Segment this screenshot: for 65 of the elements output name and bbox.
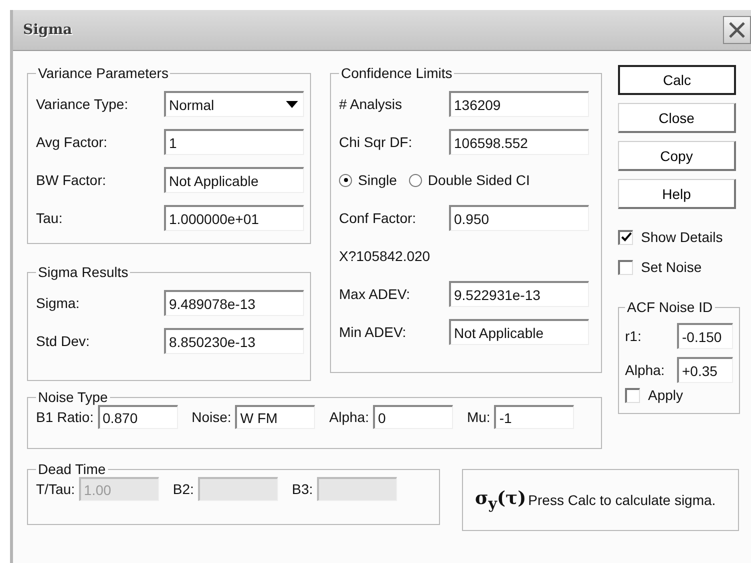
field-label: Sigma: [36, 295, 81, 311]
dropdown[interactable]: Normal [164, 91, 304, 117]
field-label: Chi Sqr DF: [339, 134, 414, 150]
dialog-button[interactable]: Copy [618, 141, 736, 171]
input-field[interactable]: -0.150 [677, 323, 733, 349]
dialog-button[interactable]: Close [618, 103, 736, 133]
input-field[interactable]: 9.522931e-13 [449, 281, 589, 307]
check-icon [620, 232, 632, 243]
field-label: Alpha: [625, 362, 665, 378]
formula-symbol: σ$_{y}$(τ) [475, 488, 526, 512]
checkbox-square[interactable] [625, 388, 640, 402]
group-title: Noise Type [37, 389, 109, 405]
input-field[interactable]: -1 [494, 405, 574, 429]
checkbox[interactable]: Set Noise [618, 259, 740, 275]
field-label: Avg Factor: [36, 134, 108, 150]
group-title: Variance Parameters [37, 65, 170, 81]
input-field[interactable]: 0.870 [98, 405, 178, 429]
input-field[interactable]: 9.489078e-13 [164, 290, 304, 316]
radio-circle[interactable] [339, 174, 352, 186]
caret-icon [286, 100, 298, 108]
field-label: B3: [292, 481, 313, 497]
close-icon [727, 20, 747, 40]
input-field[interactable]: 8.850230e-13 [164, 328, 304, 354]
field-label: B1 Ratio: [36, 409, 94, 425]
dialog-button[interactable]: Calc [618, 65, 736, 95]
group-title: Dead Time [37, 461, 107, 477]
status-message: Press Calc to calculate sigma. [528, 492, 716, 508]
checkbox[interactable]: Show Details [618, 229, 740, 245]
input-field[interactable]: Not Applicable [449, 319, 589, 345]
field-label: Max ADEV: [339, 286, 412, 302]
field-label: r1: [625, 328, 642, 344]
window-title: Sigma [23, 22, 72, 38]
field-label: Alpha: [329, 409, 369, 425]
field-label: # Analysis [339, 96, 404, 112]
input-field[interactable]: 0.950 [449, 205, 589, 231]
input-field[interactable]: Not Applicable [164, 167, 304, 193]
checkbox-square[interactable] [618, 260, 633, 274]
field-label: B2: [172, 481, 194, 497]
result-text: X?105842.020 [339, 248, 430, 264]
input-field[interactable]: 0 [372, 405, 453, 429]
field-label: Variance Type: [36, 96, 130, 112]
input-field[interactable]: 106598.552 [449, 129, 589, 155]
group-title: Confidence Limits [340, 65, 454, 81]
checkbox[interactable]: Apply [625, 387, 733, 403]
close-button[interactable] [723, 16, 751, 44]
input-field[interactable]: 136209 [449, 91, 589, 117]
field-label: Std Dev: [36, 333, 91, 349]
group-title: Sigma Results [37, 264, 130, 280]
input-field[interactable]: +0.35 [677, 357, 733, 383]
field-label: Mu: [466, 409, 490, 425]
field-label: Min ADEV: [339, 324, 408, 340]
input-field[interactable]: 1 [164, 129, 304, 155]
checkbox-square[interactable] [618, 230, 633, 244]
field-label: Conf Factor: [339, 210, 418, 226]
radio-circle[interactable] [408, 174, 422, 186]
radio-button[interactable]: Double Sided CI [408, 172, 530, 188]
input-field[interactable]: W FM [235, 405, 316, 429]
group-title: ACF Noise ID [626, 299, 714, 315]
field-label: T/Tau: [36, 481, 75, 497]
input-field[interactable]: 1.000000e+01 [164, 205, 304, 231]
field-label: BW Factor: [36, 172, 108, 188]
radio-button[interactable]: Single [339, 172, 397, 188]
field-label: Noise: [192, 409, 232, 425]
field-label: Tau: [36, 210, 64, 226]
dialog-button[interactable]: Help [618, 179, 736, 209]
